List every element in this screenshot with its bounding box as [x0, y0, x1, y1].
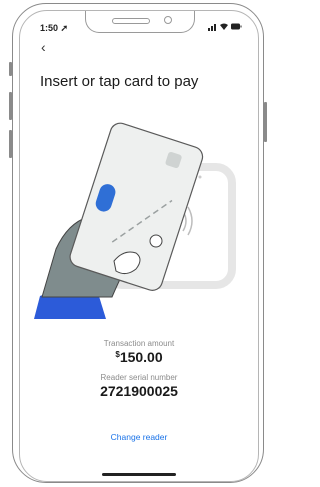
- speaker-icon: [112, 18, 150, 24]
- mute-switch: [9, 62, 12, 76]
- signal-wifi-battery-icon: [208, 23, 242, 31]
- camera-icon: [164, 16, 172, 24]
- status-icons: [208, 22, 242, 33]
- power-button: [264, 102, 267, 142]
- tap-card-illustration: [34, 122, 236, 319]
- transaction-amount: $150.00: [20, 349, 258, 365]
- page-title: Insert or tap card to pay: [40, 73, 199, 90]
- reader-serial-number: 2721900025: [100, 383, 178, 399]
- volume-up-button: [9, 92, 12, 120]
- phone-screen: 1:50 ➚ ‹ Insert or tap card to pay Trans…: [19, 10, 259, 482]
- home-indicator[interactable]: [102, 473, 176, 476]
- serial-label: Reader serial number: [100, 373, 178, 382]
- amount-value: 150.00: [119, 349, 163, 365]
- status-time: 1:50 ➚: [40, 23, 69, 33]
- back-button[interactable]: ‹: [41, 39, 46, 55]
- amount-label: Transaction amount: [103, 339, 175, 348]
- change-reader-link[interactable]: Change reader: [20, 432, 258, 442]
- volume-down-button: [9, 130, 12, 158]
- location-arrow-icon: ➚: [60, 23, 69, 33]
